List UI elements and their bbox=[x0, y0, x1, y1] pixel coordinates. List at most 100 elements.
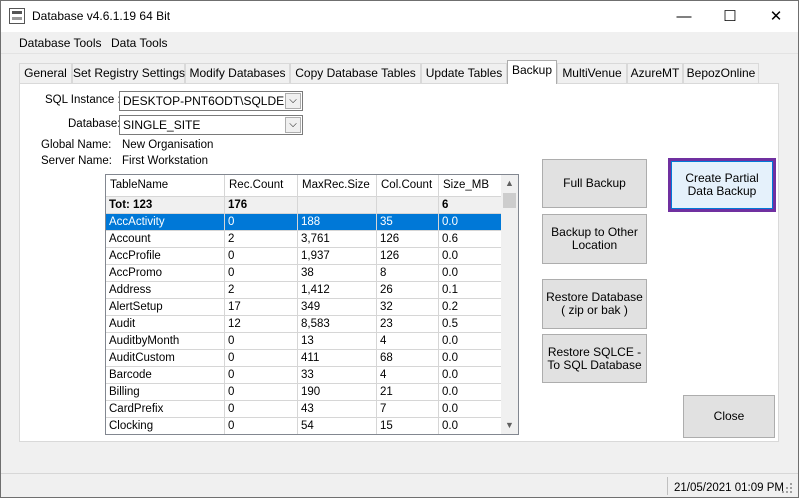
window-title: Database v4.6.1.19 64 Bit bbox=[32, 9, 171, 23]
cell-maxrec-size: 38 bbox=[298, 265, 377, 282]
cell-rec-count: 0 bbox=[225, 418, 298, 434]
table-row[interactable]: Account 2 3,761 126 0.6 bbox=[106, 231, 506, 248]
full-backup-button[interactable]: Full Backup bbox=[542, 159, 647, 208]
cell-rec-count: 0 bbox=[225, 401, 298, 418]
cell-maxrec-size bbox=[298, 197, 377, 214]
tab-set-registry-settings[interactable]: Set Registry Settings bbox=[72, 63, 185, 84]
restore-database-button[interactable]: Restore Database ( zip or bak ) bbox=[542, 279, 647, 329]
cell-maxrec-size: 349 bbox=[298, 299, 377, 316]
cell-col-count: 68 bbox=[377, 350, 439, 367]
cell-size-mb: 0.0 bbox=[439, 248, 502, 265]
cell-size-mb: 0.0 bbox=[439, 367, 502, 384]
menu-data-tools[interactable]: Data Tools bbox=[111, 36, 167, 50]
cell-tablename: Tot: 123 bbox=[106, 197, 225, 214]
cell-size-mb: 0.2 bbox=[439, 299, 502, 316]
close-button[interactable]: Close bbox=[683, 395, 775, 438]
restore-sqlce-button[interactable]: Restore SQLCE - To SQL Database bbox=[542, 334, 647, 383]
cell-rec-count: 0 bbox=[225, 265, 298, 282]
cell-col-count bbox=[377, 197, 439, 214]
column-header-col-count[interactable]: Col.Count bbox=[377, 175, 439, 197]
cell-col-count: 4 bbox=[377, 367, 439, 384]
grid-header: TableName Rec.Count MaxRec.Size Col.Coun… bbox=[106, 175, 506, 197]
table-row[interactable]: AuditbyMonth 0 13 4 0.0 bbox=[106, 333, 506, 350]
tab-general[interactable]: General bbox=[19, 63, 72, 84]
table-row[interactable]: AccActivity 0 188 35 0.0 bbox=[106, 214, 506, 231]
tab-copy-database-tables[interactable]: Copy Database Tables bbox=[290, 63, 421, 84]
column-header-size-mb[interactable]: Size_MB bbox=[439, 175, 502, 197]
close-window-button[interactable]: ✕ bbox=[753, 1, 798, 32]
cell-tablename: Clocking bbox=[106, 418, 225, 434]
sql-instance-value: DESKTOP-PNT6ODT\SQLDE bbox=[123, 94, 285, 108]
column-header-rec-count[interactable]: Rec.Count bbox=[225, 175, 298, 197]
table-row[interactable]: Clocking 0 54 15 0.0 bbox=[106, 418, 506, 434]
resize-grip-icon[interactable] bbox=[781, 482, 793, 494]
cell-col-count: 35 bbox=[377, 214, 439, 231]
global-name-label: Global Name: bbox=[41, 139, 112, 151]
partial-backup-focus-frame: Create Partial Data Backup bbox=[671, 161, 773, 209]
minimize-button[interactable]: — bbox=[661, 1, 707, 32]
tab-modify-databases[interactable]: Modify Databases bbox=[185, 63, 290, 84]
cell-tablename: CardPrefix bbox=[106, 401, 225, 418]
sql-instance-select[interactable]: DESKTOP-PNT6ODT\SQLDE ⌵ bbox=[119, 91, 303, 111]
cell-size-mb: 0.5 bbox=[439, 316, 502, 333]
chevron-down-icon[interactable]: ⌵ bbox=[285, 93, 301, 109]
table-row[interactable]: Barcode 0 33 4 0.0 bbox=[106, 367, 506, 384]
cell-maxrec-size: 3,761 bbox=[298, 231, 377, 248]
scroll-thumb[interactable] bbox=[503, 193, 516, 208]
tables-grid[interactable]: TableName Rec.Count MaxRec.Size Col.Coun… bbox=[105, 174, 519, 435]
restore-sqlce-label-line2: To SQL Database bbox=[547, 357, 642, 372]
cell-col-count: 26 bbox=[377, 282, 439, 299]
chevron-down-icon[interactable]: ⌵ bbox=[285, 117, 301, 133]
column-header-maxrec-size[interactable]: MaxRec.Size bbox=[298, 175, 377, 197]
title-bar[interactable]: Database v4.6.1.19 64 Bit — ☐ ✕ bbox=[1, 1, 798, 32]
scroll-up-icon[interactable]: ▲ bbox=[501, 175, 518, 192]
table-row[interactable]: AuditCustom 0 411 68 0.0 bbox=[106, 350, 506, 367]
database-select[interactable]: SINGLE_SITE ⌵ bbox=[119, 115, 303, 135]
cell-size-mb: 0.1 bbox=[439, 282, 502, 299]
cell-col-count: 23 bbox=[377, 316, 439, 333]
backup-to-other-location-button[interactable]: Backup to Other Location bbox=[542, 214, 647, 264]
table-row[interactable]: AccPromo 0 38 8 0.0 bbox=[106, 265, 506, 282]
cell-size-mb: 0.0 bbox=[439, 350, 502, 367]
menu-bar: Database Tools Data Tools bbox=[1, 32, 798, 54]
cell-size-mb: 0.0 bbox=[439, 333, 502, 350]
application-window: Database v4.6.1.19 64 Bit — ☐ ✕ Database… bbox=[0, 0, 799, 498]
table-row[interactable]: AlertSetup 17 349 32 0.2 bbox=[106, 299, 506, 316]
maximize-button[interactable]: ☐ bbox=[707, 1, 753, 32]
table-row[interactable]: AccProfile 0 1,937 126 0.0 bbox=[106, 248, 506, 265]
cell-tablename: AccProfile bbox=[106, 248, 225, 265]
cell-rec-count: 176 bbox=[225, 197, 298, 214]
tab-azuremt[interactable]: AzureMT bbox=[627, 63, 683, 84]
table-row[interactable]: Audit 12 8,583 23 0.5 bbox=[106, 316, 506, 333]
database-app-icon bbox=[9, 8, 25, 24]
database-value: SINGLE_SITE bbox=[123, 118, 201, 132]
table-row[interactable]: CardPrefix 0 43 7 0.0 bbox=[106, 401, 506, 418]
tab-bepozonline[interactable]: BepozOnline bbox=[683, 63, 759, 84]
total-row[interactable]: Tot: 123 176 6 bbox=[106, 197, 506, 214]
tab-update-tables[interactable]: Update Tables bbox=[421, 63, 507, 84]
cell-col-count: 8 bbox=[377, 265, 439, 282]
tab-backup[interactable]: Backup bbox=[507, 60, 557, 84]
grid-vertical-scrollbar[interactable]: ▲ ▼ bbox=[501, 175, 518, 434]
cell-col-count: 32 bbox=[377, 299, 439, 316]
table-row[interactable]: Billing 0 190 21 0.0 bbox=[106, 384, 506, 401]
create-partial-data-backup-button[interactable]: Create Partial Data Backup bbox=[668, 158, 776, 212]
cell-col-count: 126 bbox=[377, 248, 439, 265]
cell-rec-count: 2 bbox=[225, 231, 298, 248]
cell-maxrec-size: 13 bbox=[298, 333, 377, 350]
cell-rec-count: 0 bbox=[225, 384, 298, 401]
cell-size-mb: 0.0 bbox=[439, 418, 502, 434]
database-label: Database: bbox=[68, 118, 121, 130]
menu-database-tools[interactable]: Database Tools bbox=[19, 36, 102, 50]
column-header-tablename[interactable]: TableName bbox=[106, 175, 225, 197]
status-separator bbox=[667, 477, 668, 495]
cell-col-count: 126 bbox=[377, 231, 439, 248]
cell-size-mb: 0.0 bbox=[439, 214, 502, 231]
cell-maxrec-size: 43 bbox=[298, 401, 377, 418]
cell-rec-count: 12 bbox=[225, 316, 298, 333]
scroll-down-icon[interactable]: ▼ bbox=[501, 417, 518, 434]
cell-tablename: AccPromo bbox=[106, 265, 225, 282]
cell-rec-count: 17 bbox=[225, 299, 298, 316]
tab-multivenue[interactable]: MultiVenue bbox=[557, 63, 627, 84]
table-row[interactable]: Address 2 1,412 26 0.1 bbox=[106, 282, 506, 299]
